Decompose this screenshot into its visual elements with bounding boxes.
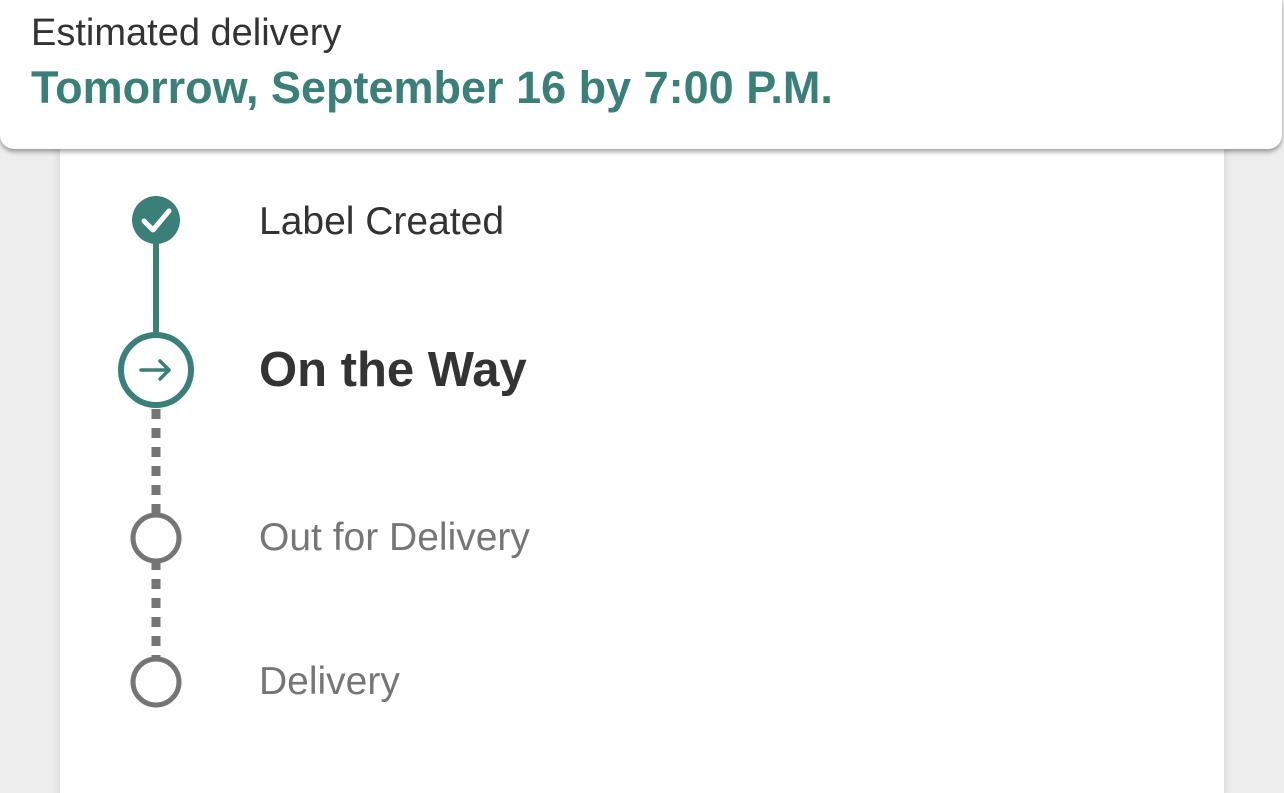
empty-circle-icon (130, 656, 182, 708)
estimated-delivery-date: Tomorrow, September 16 by 7:00 P.M. (31, 62, 833, 113)
check-icon (132, 196, 180, 244)
step-label-delivery: Delivery (259, 660, 400, 703)
estimated-delivery-header: Estimated delivery Tomorrow, September 1… (0, 0, 1282, 149)
estimated-delivery-label: Estimated delivery (31, 12, 342, 54)
tracking-screen: Estimated delivery Tomorrow, September 1… (0, 0, 1284, 793)
step-label-out-for-delivery: Out for Delivery (259, 516, 530, 559)
step-label-on-the-way: On the Way (259, 343, 527, 397)
step-label-created: Label Created (259, 200, 505, 243)
arrow-right-icon (118, 332, 194, 408)
empty-circle-icon (130, 512, 182, 564)
